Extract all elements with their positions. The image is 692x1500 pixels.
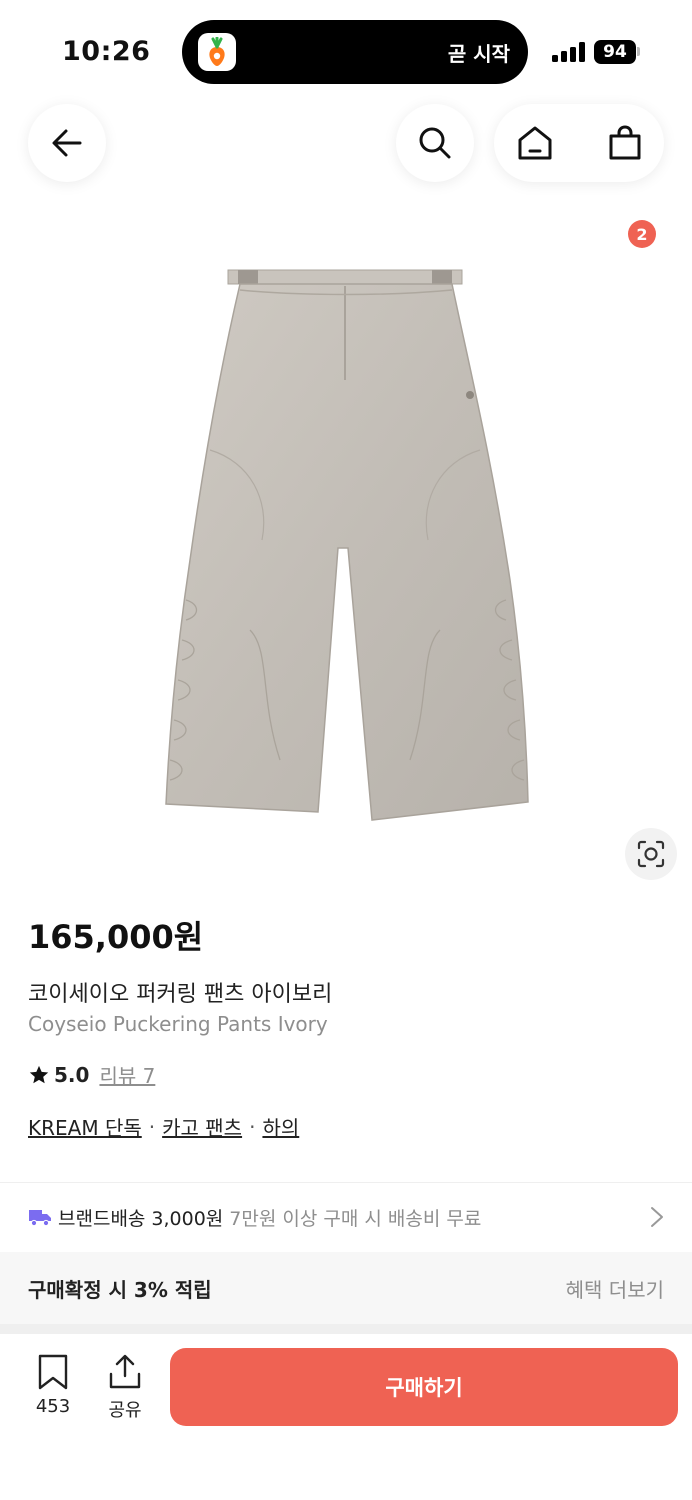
search-button[interactable]	[396, 104, 474, 182]
star-icon	[29, 1065, 49, 1083]
pants-illustration	[165, 269, 529, 821]
status-time: 10:26	[62, 36, 151, 67]
visual-search-button[interactable]	[625, 828, 677, 880]
search-icon	[419, 127, 451, 159]
category-tags: KREAM 단독 · 카고 팬츠 · 하의	[28, 1112, 299, 1141]
bookmark-icon	[38, 1354, 68, 1390]
carrot-app-icon	[198, 33, 236, 71]
points-benefit-row: 구매확정 시 3% 적립 혜택 더보기	[0, 1252, 692, 1324]
cart-button[interactable]	[602, 120, 648, 166]
cellular-signal-icon	[552, 42, 585, 62]
battery-indicator: 94	[594, 40, 636, 64]
tag-cargo-pants[interactable]: 카고 팬츠	[162, 1112, 242, 1141]
buy-button[interactable]: 구매하기	[170, 1348, 678, 1426]
product-price: 165,000원	[28, 918, 204, 956]
back-button[interactable]	[28, 104, 106, 182]
battery-cap	[637, 47, 640, 56]
review-link[interactable]: 리뷰 7	[99, 1060, 155, 1089]
tag-separator: ·	[148, 1114, 156, 1139]
section-divider	[0, 1324, 692, 1334]
share-icon	[109, 1354, 141, 1389]
points-text: 구매확정 시 3% 적립	[28, 1277, 212, 1302]
dynamic-island[interactable]: 곧 시작	[182, 20, 528, 84]
shipping-info-row[interactable]: 브랜드배송 3,000원 7만원 이상 구매 시 배송비 무료	[0, 1184, 692, 1250]
shopping-bag-icon	[609, 125, 641, 160]
nav-pill: 2	[494, 104, 664, 248]
status-bar: 10:26 곧 시작 94	[0, 0, 692, 100]
tag-separator: ·	[249, 1114, 256, 1139]
bottom-action-bar: 453 공유 구매하기	[0, 1334, 692, 1500]
share-label: 공유	[108, 1400, 142, 1421]
live-activity-text: 곧 시작	[447, 42, 510, 66]
divider	[0, 1182, 692, 1183]
rating-row: 5.0 리뷰 7	[28, 1060, 155, 1089]
shipping-label: 브랜드배송	[58, 1207, 146, 1230]
product-name-english: Coyseio Puckering Pants Ivory	[28, 1012, 328, 1036]
product-name-korean: 코이세이오 퍼커링 팬츠 아이보리	[28, 982, 333, 1007]
arrow-left-icon	[52, 129, 82, 157]
chevron-right-icon	[651, 1207, 663, 1227]
share-button[interactable]: 공유	[96, 1354, 154, 1426]
benefits-more-link[interactable]: 혜택 더보기	[566, 1274, 664, 1303]
home-icon	[518, 126, 552, 160]
tag-kream-exclusive[interactable]: KREAM 단독	[28, 1112, 142, 1141]
shipping-condition: 7만원 이상 구매 시 배송비 무료	[229, 1207, 482, 1230]
home-button[interactable]	[512, 120, 558, 166]
tag-bottoms[interactable]: 하의	[262, 1112, 299, 1141]
shipping-price: 3,000원	[151, 1207, 224, 1230]
rating-value: 5.0	[54, 1062, 90, 1087]
wishlist-count: 453	[35, 1396, 71, 1417]
lens-scan-icon	[637, 840, 665, 868]
delivery-truck-icon	[29, 1210, 51, 1227]
product-image[interactable]	[0, 200, 692, 890]
wishlist-button[interactable]: 453	[24, 1354, 82, 1426]
